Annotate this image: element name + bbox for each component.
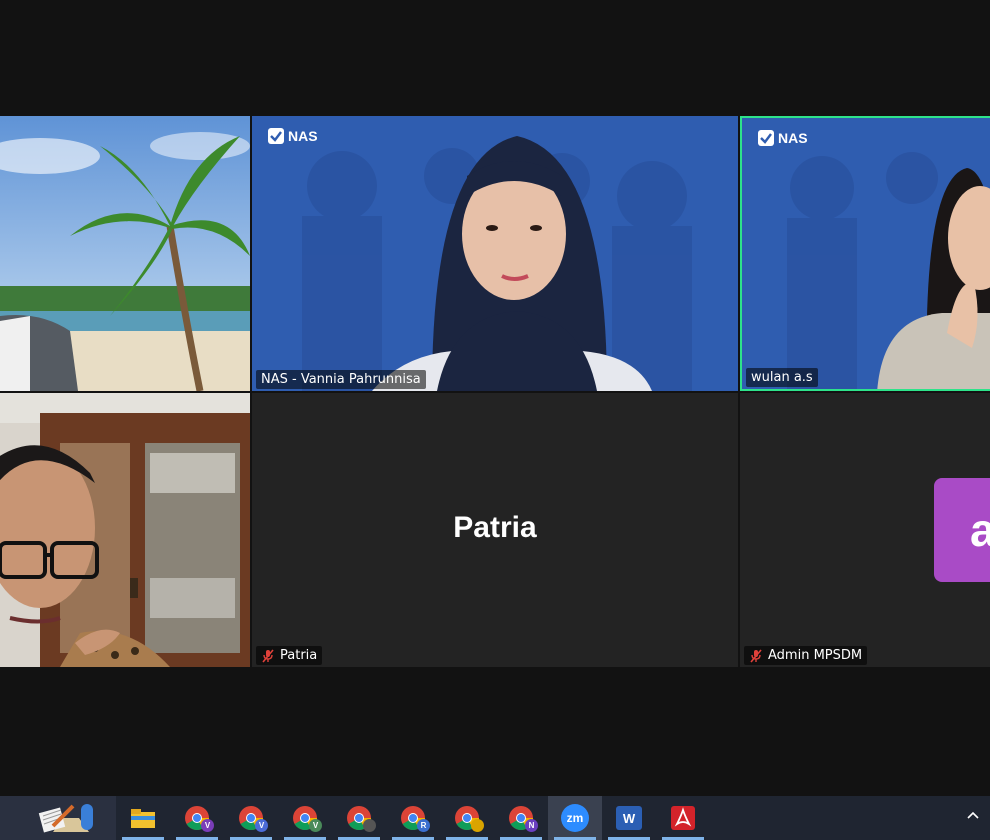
taskbar-chrome-4[interactable] [332, 796, 386, 840]
taskbar-chrome-3[interactable]: V [278, 796, 332, 840]
avatar-letter: a [970, 504, 990, 556]
taskbar-chrome-6[interactable] [440, 796, 494, 840]
word-icon-label: W [622, 810, 636, 826]
acrobat-icon [671, 806, 695, 830]
nas-logo-text: NAS [288, 128, 318, 144]
participant-name-tag: Admin MPSDM [744, 646, 868, 665]
zoom-gallery-view: NAS NAS - Vannia Pahrunnisa NAS wulan a.… [0, 0, 990, 796]
mic-muted-icon [262, 648, 274, 663]
profile-avatar-badge [363, 819, 376, 832]
zoom-icon-label: zm [566, 811, 584, 825]
taskbar-file-explorer[interactable] [116, 796, 170, 840]
zoom-icon: zm [561, 804, 589, 832]
notepad-icon [38, 804, 93, 833]
participant-display-name: Patria [453, 511, 537, 544]
taskbar-chrome-1[interactable]: V [170, 796, 224, 840]
nas-logo-text: NAS [778, 130, 808, 146]
profile-avatar-badge [471, 819, 484, 832]
check-icon [758, 130, 774, 146]
man-video [0, 393, 250, 667]
taskbar-word[interactable]: W [602, 796, 656, 840]
profile-badge: V [255, 819, 268, 832]
taskbar-chrome-2[interactable]: V [224, 796, 278, 840]
participant-name-tag: wulan a.s [746, 368, 818, 387]
profile-badge: V [201, 819, 214, 832]
participant-name: Patria [280, 648, 318, 663]
participant-name-tag: Patria [256, 646, 323, 665]
video-tile-patria[interactable]: Patria Patria [252, 393, 738, 667]
nas-logo: NAS [758, 130, 808, 146]
file-explorer-icon [131, 809, 155, 828]
vannia-video [252, 116, 738, 391]
profile-badge: N [525, 819, 538, 832]
word-icon: W [616, 806, 642, 830]
participant-name: NAS - Vannia Pahrunnisa [261, 372, 421, 387]
tray-overflow-chevron[interactable] [966, 808, 980, 824]
participant-avatar: a [934, 478, 990, 582]
chevron-up-icon [967, 811, 979, 819]
video-tile-man[interactable] [0, 393, 250, 667]
video-tile-vannia[interactable]: NAS NAS - Vannia Pahrunnisa [252, 116, 738, 391]
taskbar-notepad[interactable] [0, 796, 116, 840]
check-icon [268, 128, 284, 144]
participant-name-tag: NAS - Vannia Pahrunnisa [256, 370, 426, 389]
taskbar-chrome-5[interactable]: R [386, 796, 440, 840]
taskbar-zoom[interactable]: zm [548, 796, 602, 840]
wulan-video [742, 118, 990, 389]
video-tile-wulan[interactable]: NAS wulan a.s [740, 116, 990, 391]
participant-name: wulan a.s [751, 370, 813, 385]
profile-badge: R [417, 819, 430, 832]
video-tile-beach[interactable] [0, 116, 250, 391]
mic-muted-icon [750, 648, 762, 663]
taskbar-chrome-7[interactable]: N [494, 796, 548, 840]
nas-logo: NAS [268, 128, 318, 144]
taskbar-acrobat[interactable] [656, 796, 710, 840]
profile-badge: V [309, 819, 322, 832]
participant-name: Admin MPSDM [768, 648, 863, 663]
taskbar: V V V R N zm W [0, 796, 990, 840]
beach-video [0, 116, 250, 391]
